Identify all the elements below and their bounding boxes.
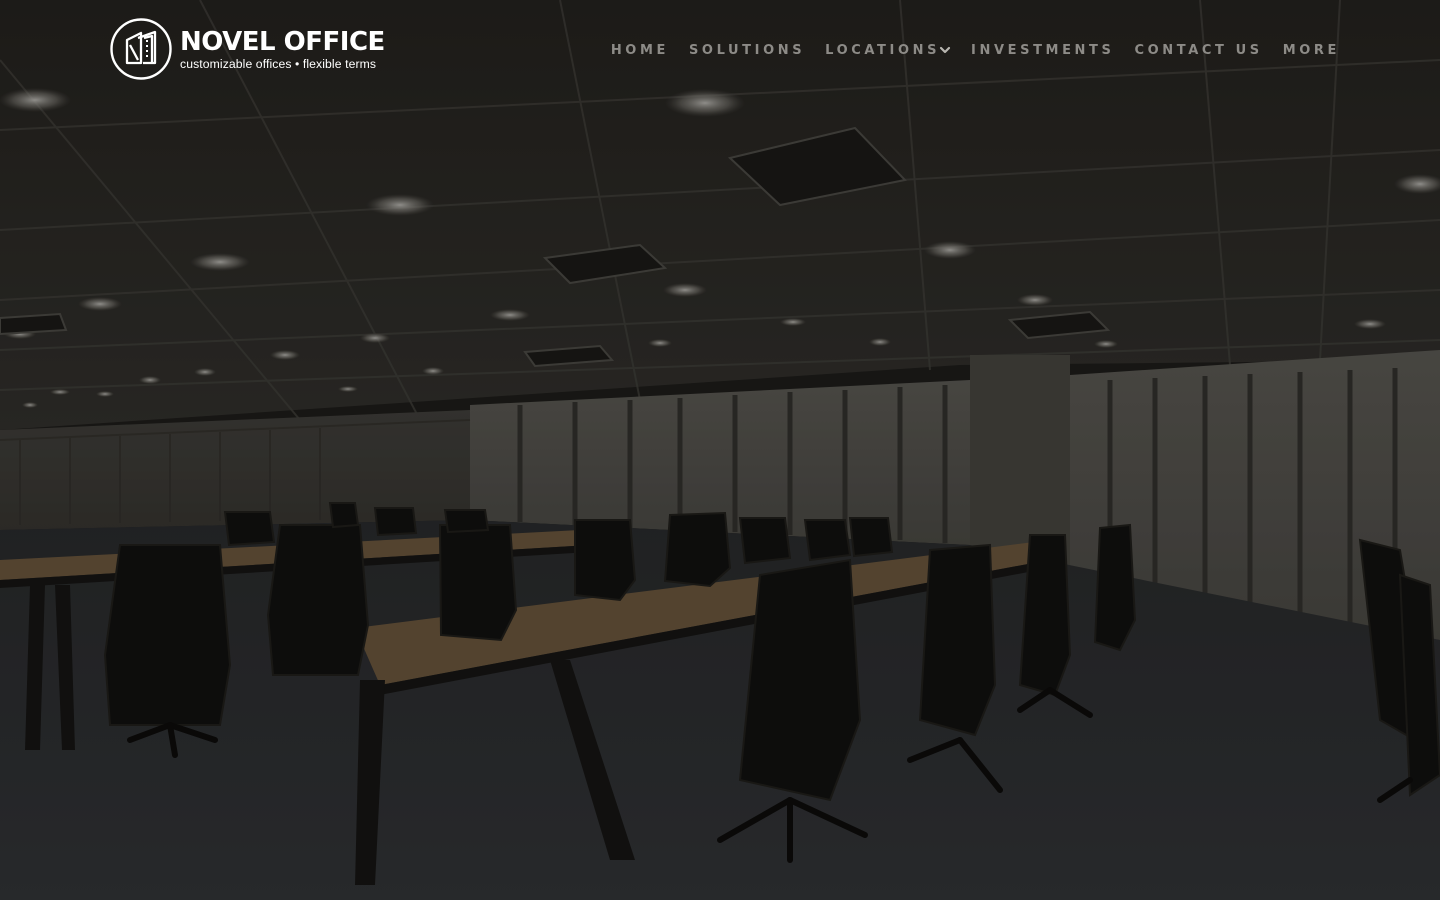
brand-name: NOVEL OFFICE [180,26,385,57]
nav-item-investments[interactable]: INVESTMENTS [971,43,1114,58]
image-dim-overlay [0,0,1440,900]
brand-tagline: customizable offices • flexible terms [180,56,377,71]
nav-item-locations[interactable]: LOCATIONS [825,43,951,58]
nav-item-contact-us[interactable]: CONTACT US [1134,43,1262,58]
building-icon [110,18,172,80]
nav-item-label: INVESTMENTS [971,42,1115,58]
nav-item-more[interactable]: MORE [1283,43,1340,58]
logo-text: NOVEL OFFICE customizable offices • flex… [180,28,385,71]
chevron-down-icon [939,46,951,54]
site-header: NOVEL OFFICE customizable offices • flex… [0,0,1440,100]
nav-item-label: HOME [610,42,669,58]
logo-link[interactable]: NOVEL OFFICE customizable offices • flex… [110,18,385,80]
nav-item-label: CONTACT US [1134,42,1263,58]
nav-item-label: MORE [1282,42,1340,58]
hero-section: NOVEL OFFICE customizable offices • flex… [0,0,1440,900]
nav-item-label: LOCATIONS [825,42,941,58]
nav-item-label: SOLUTIONS [688,42,806,58]
main-nav: HOME SOLUTIONS LOCATIONS INVESTMENTS CON… [611,40,1340,60]
nav-item-home[interactable]: HOME [611,43,669,58]
nav-item-solutions[interactable]: SOLUTIONS [689,43,805,58]
